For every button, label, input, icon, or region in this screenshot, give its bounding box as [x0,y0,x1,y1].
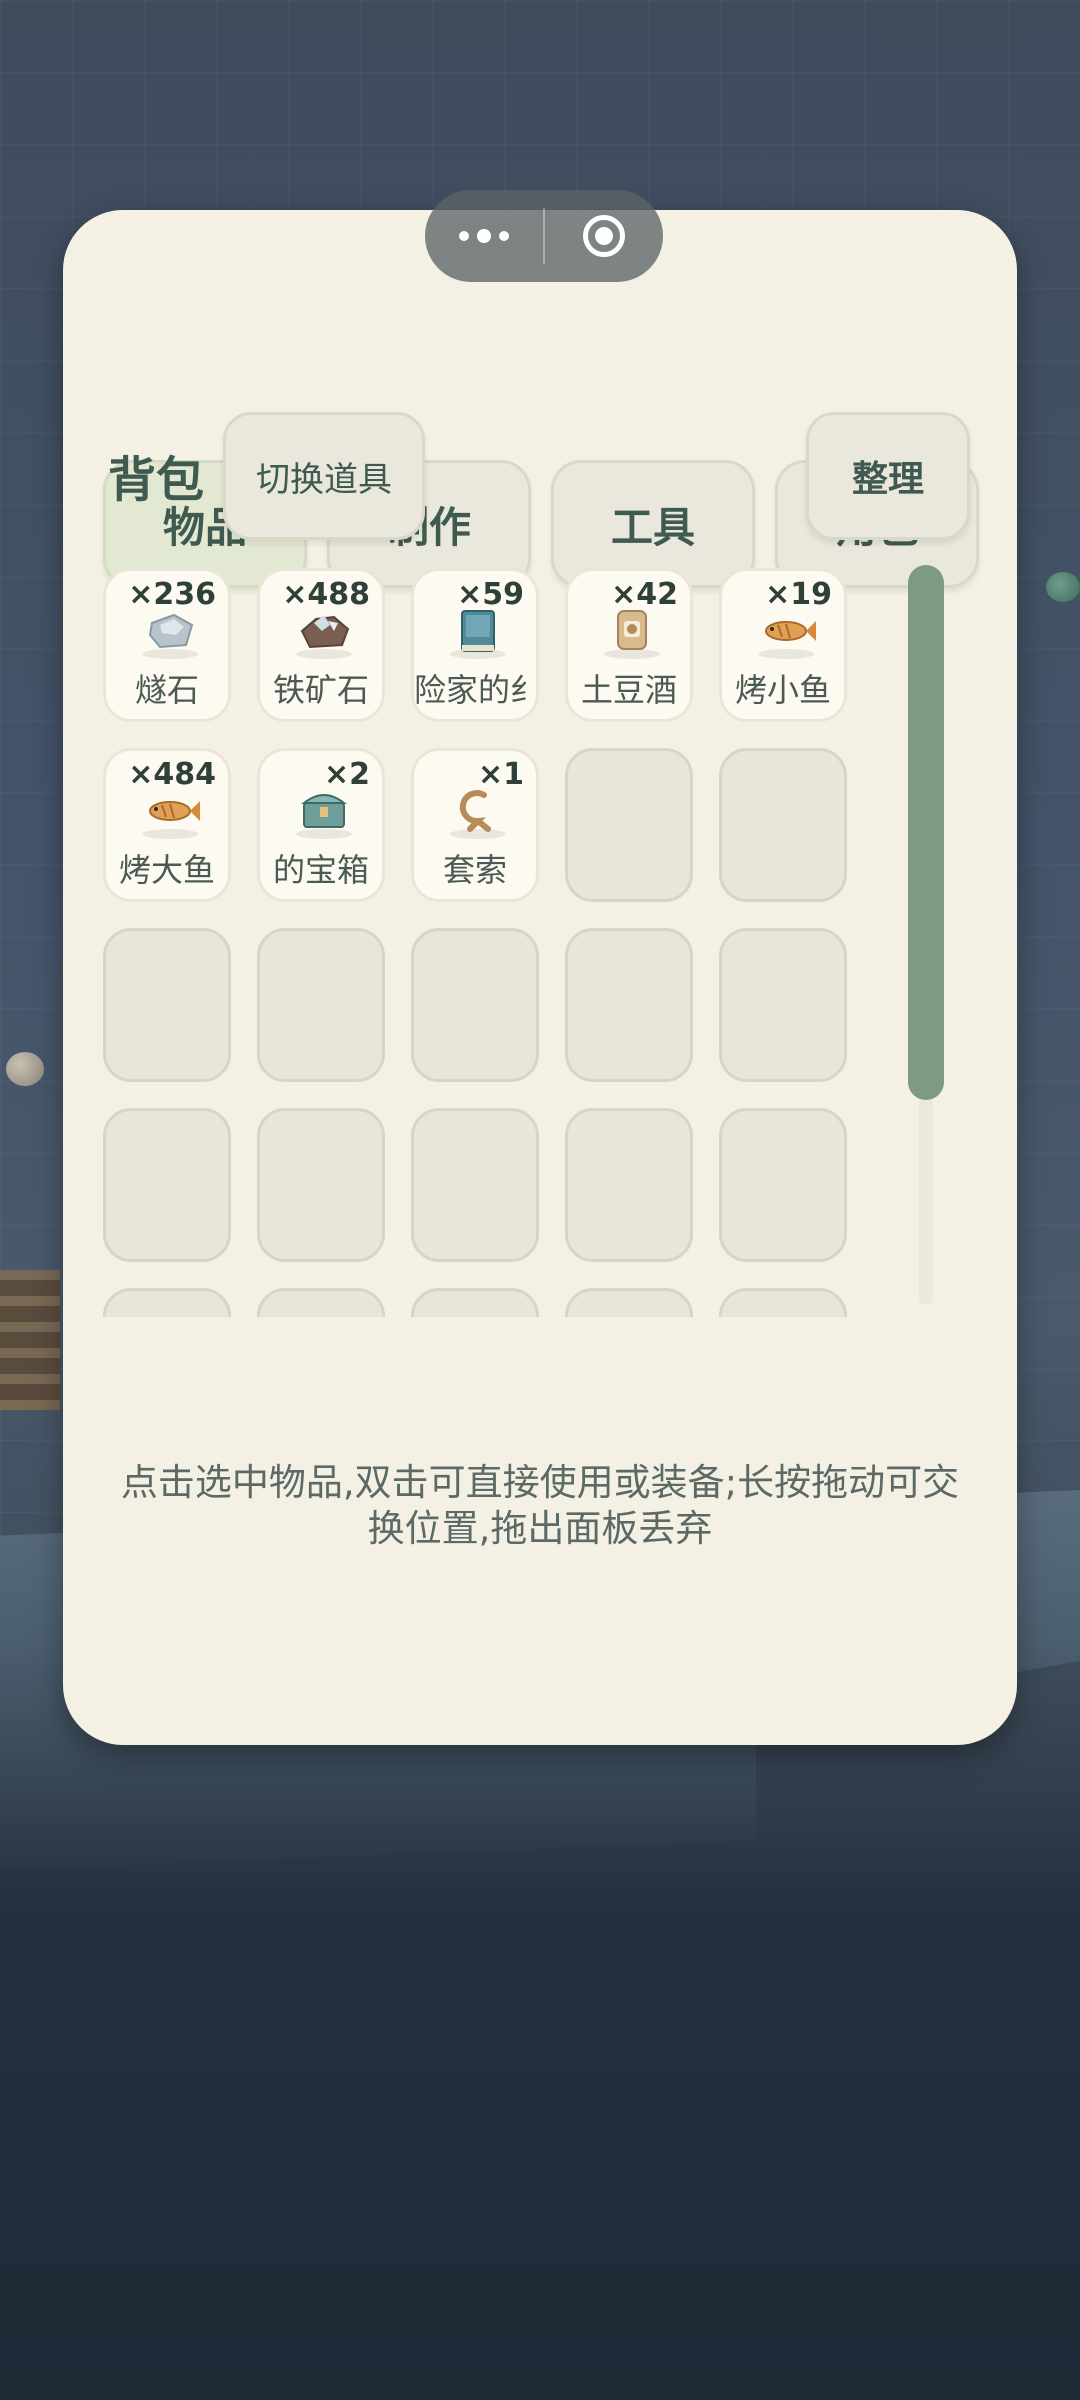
sort-button[interactable]: 整理 [806,412,970,540]
item-count: ×19 [765,577,832,612]
close-miniprogram-icon[interactable] [545,190,663,282]
inventory-slot[interactable]: ×1 套索 [411,748,539,902]
empty-slot[interactable] [257,1288,385,1317]
empty-slot[interactable] [103,928,231,1082]
empty-slot[interactable] [719,1288,847,1317]
background-bush [1046,572,1080,602]
empty-slot[interactable] [565,1288,693,1317]
item-count: ×2 [323,757,370,792]
item-count: ×484 [128,757,216,792]
empty-slot[interactable] [257,1108,385,1262]
scrollbar-thumb[interactable] [908,565,944,1100]
item-count: ×42 [611,577,678,612]
empty-slot[interactable] [719,1108,847,1262]
inventory-grid[interactable]: ×236 燧石 ×488 铁矿石 ×59 险家的纟 ×42 土豆酒 ×19 烤小… [100,565,860,1317]
more-menu-icon[interactable] [425,190,543,282]
item-count: ×59 [457,577,524,612]
miniprogram-capsule [425,190,663,282]
item-name: 烤小鱼 [734,671,831,709]
item-count: ×488 [282,577,370,612]
empty-slot[interactable] [103,1288,231,1317]
item-count: ×1 [477,757,524,792]
inventory-slot[interactable]: ×484 烤大鱼 [103,748,231,902]
empty-slot[interactable] [257,928,385,1082]
background-fence [0,1270,60,1410]
inventory-slot[interactable]: ×236 燧石 [103,568,231,722]
item-name: 套索 [442,851,507,889]
empty-slot[interactable] [719,748,847,902]
inventory-slot[interactable]: ×2 的宝箱 [257,748,385,902]
inventory-slot[interactable]: ×59 险家的纟 [411,568,539,722]
item-count: ×236 [128,577,216,612]
item-name: 烤大鱼 [118,851,215,889]
empty-slot[interactable] [565,748,693,902]
background-rock [6,1052,44,1086]
empty-slot[interactable] [565,1108,693,1262]
empty-slot[interactable] [411,928,539,1082]
inventory-slot[interactable]: ×488 铁矿石 [257,568,385,722]
item-name: 险家的纟 [414,671,536,709]
inventory-slot[interactable]: ×19 烤小鱼 [719,568,847,722]
item-name: 燧石 [134,671,199,709]
tab-label: 工具 [610,502,695,552]
item-name: 的宝箱 [272,851,369,889]
empty-slot[interactable] [411,1108,539,1262]
empty-slot[interactable] [565,928,693,1082]
inventory-slot[interactable]: ×42 土豆酒 [565,568,693,722]
usage-hint: 点击选中物品,双击可直接使用或装备;长按拖动可交换位置,拖出面板丢弃 [120,1461,960,1550]
empty-slot[interactable] [411,1288,539,1317]
empty-slot[interactable] [719,928,847,1082]
item-name: 土豆酒 [580,671,677,709]
switch-item-button[interactable]: 切换道具 [223,412,425,540]
section-title-backpack: 背包 [108,452,205,508]
item-name: 铁矿石 [272,671,369,709]
empty-slot[interactable] [103,1108,231,1262]
